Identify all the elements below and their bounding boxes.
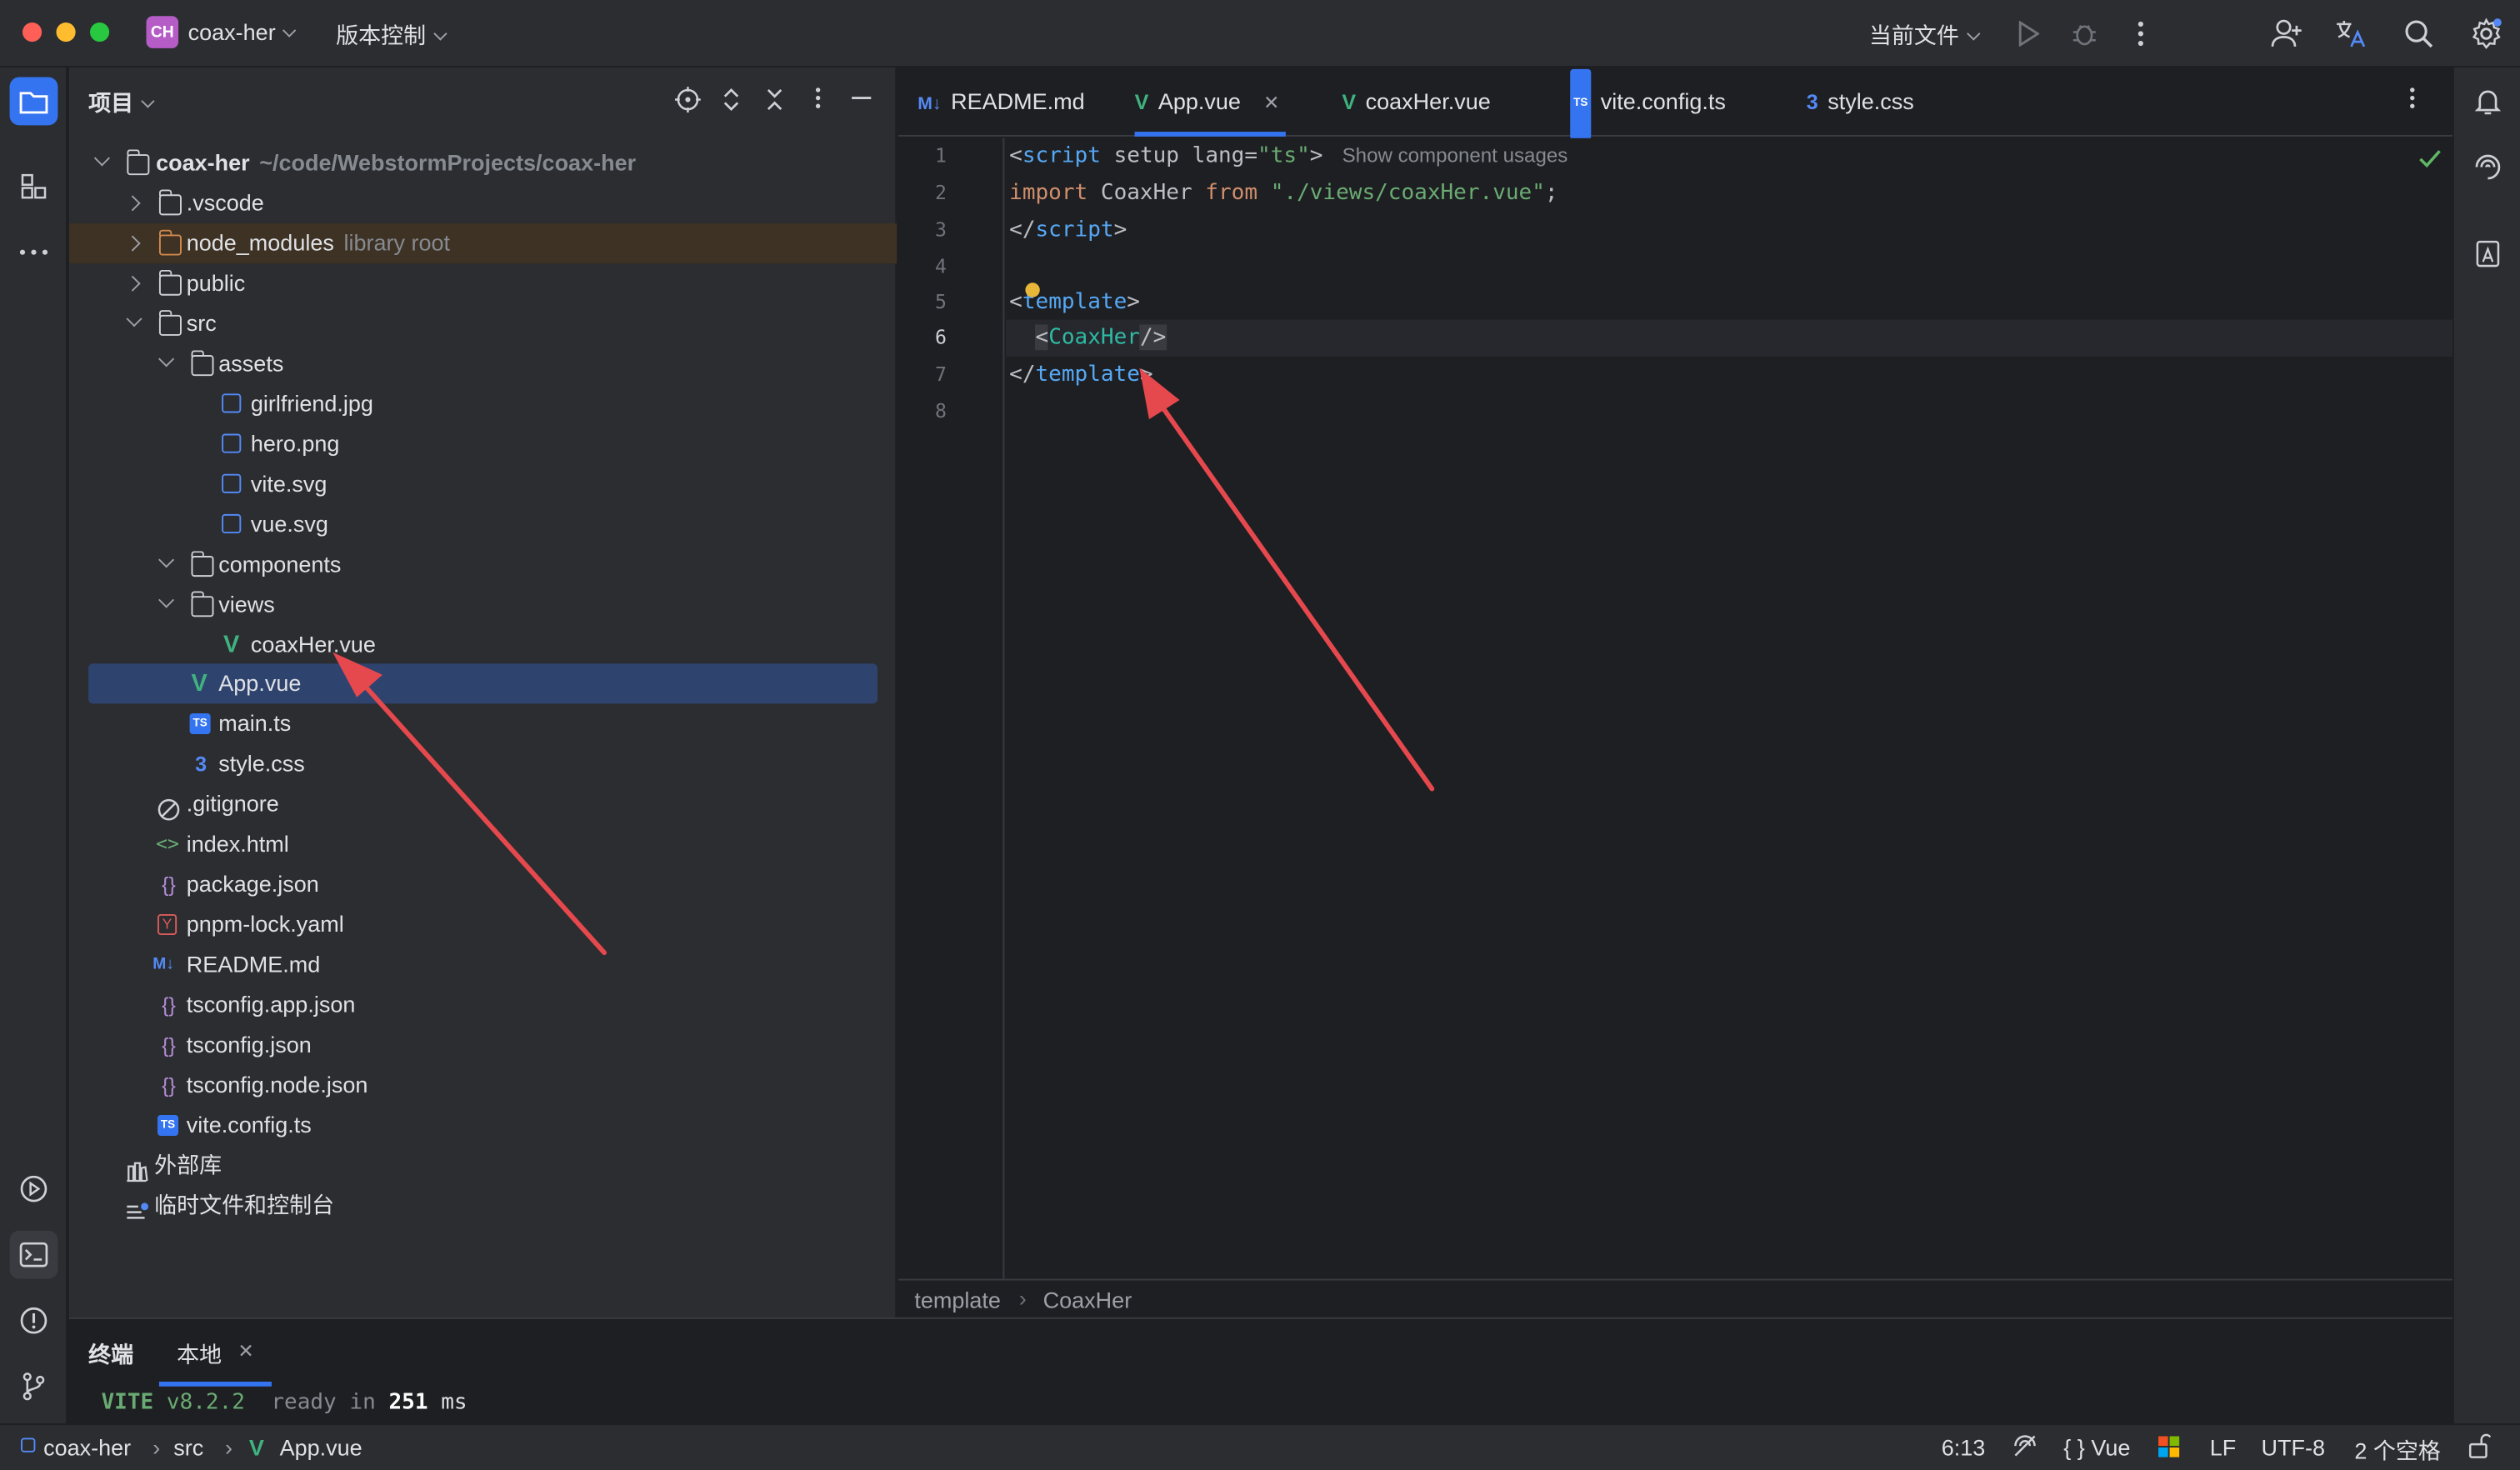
annotation-arrow-to-coaxher-file bbox=[332, 652, 608, 956]
annotation-arrow-to-template bbox=[1139, 368, 1435, 792]
ide-window: CH coax-her 版本控制 当前文件 项目 coax-her ~/code… bbox=[0, 0, 2520, 1470]
annotation-arrows bbox=[332, 368, 1435, 956]
